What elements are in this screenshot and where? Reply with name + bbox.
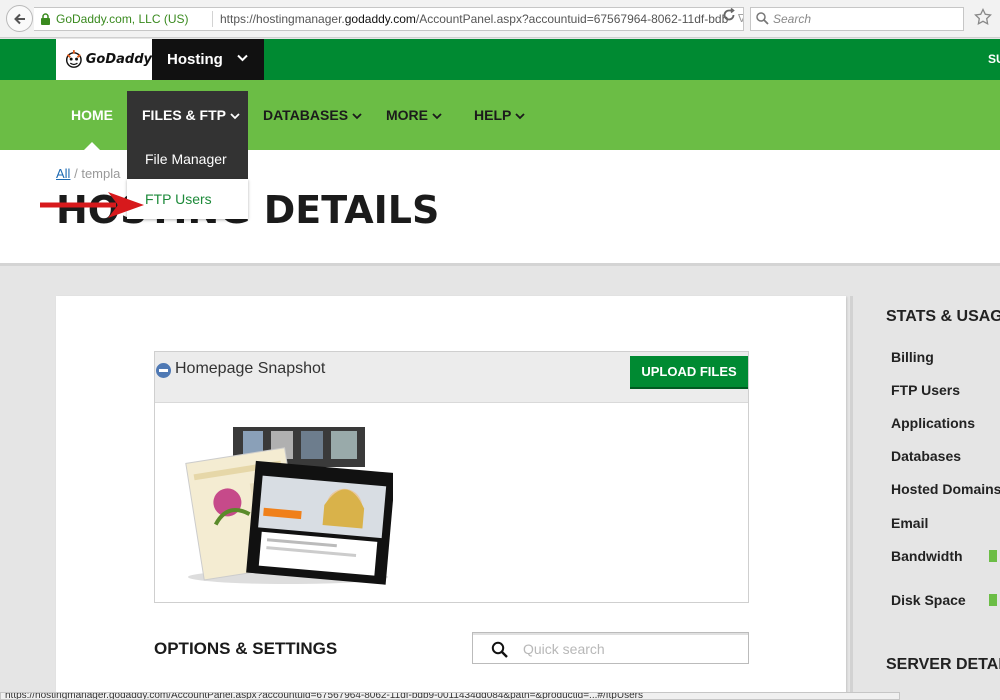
site-identity[interactable]: GoDaddy.com, LLC (US) xyxy=(56,8,189,30)
top-bar: GoDaddy Hosting SU xyxy=(0,39,1000,80)
search-icon xyxy=(491,641,508,658)
sidebar-item-email[interactable]: Email xyxy=(891,515,928,531)
collapse-minus-icon[interactable] xyxy=(156,363,171,378)
homepage-snapshot-panel: Homepage Snapshot UPLOAD FILES xyxy=(154,351,749,603)
url-prefix: https://hostingmanager. xyxy=(220,12,345,26)
chevron-down-icon xyxy=(352,113,362,120)
snapshot-header: Homepage Snapshot UPLOAD FILES xyxy=(155,352,748,403)
red-arrow-annotation xyxy=(40,192,144,218)
stats-sidebar: STATS & USAGE Billing FTP Users Applicat… xyxy=(850,296,1000,700)
url-domain: godaddy.com xyxy=(344,12,416,26)
nav-files-label: FILES & FTP xyxy=(142,107,226,123)
url-divider xyxy=(212,11,213,27)
lock-icon xyxy=(41,13,50,25)
url-text[interactable]: https://hostingmanager.godaddy.com/Accou… xyxy=(220,8,728,30)
url-path: /AccountPanel.aspx?accountuid=67567964-8… xyxy=(415,12,729,26)
menu-item-file-manager[interactable]: File Manager xyxy=(127,139,248,179)
browser-search-input[interactable]: Search xyxy=(750,7,964,31)
options-settings-title: OPTIONS & SETTINGS xyxy=(154,639,338,658)
nav-databases-label: DATABASES xyxy=(263,107,349,123)
nav-help[interactable]: HELP xyxy=(474,80,525,150)
chevron-down-icon xyxy=(515,113,525,120)
breadcrumb-current: templa xyxy=(81,166,121,181)
sidebar-item-hosted-domains[interactable]: Hosted Domains xyxy=(891,481,1000,497)
back-button[interactable] xyxy=(6,5,33,32)
chevron-down-icon xyxy=(237,54,248,62)
nav-more-label: MORE xyxy=(386,107,428,123)
disk-space-usage-bar xyxy=(989,594,997,606)
quick-search-box[interactable] xyxy=(472,632,749,664)
sidebar-item-databases[interactable]: Databases xyxy=(891,448,961,464)
website-template-thumbnail[interactable] xyxy=(183,425,393,585)
logo-text: GoDaddy xyxy=(85,52,152,67)
sidebar-item-disk-space[interactable]: Disk Space xyxy=(891,592,966,608)
product-label: Hosting xyxy=(167,51,223,68)
main-content-card: Homepage Snapshot UPLOAD FILES OPTIONS &… xyxy=(56,296,846,700)
upload-files-button[interactable]: UPLOAD FILES xyxy=(630,356,748,387)
sidebar-item-bandwidth[interactable]: Bandwidth xyxy=(891,548,963,564)
back-arrow-icon xyxy=(13,13,25,24)
server-details-title: SERVER DETAILS xyxy=(886,656,1000,673)
search-icon xyxy=(756,12,769,25)
url-dropdown-icon[interactable]: ∇ xyxy=(738,8,743,30)
browser-status-bar: https://hostingmanager.godaddy.com/Accou… xyxy=(0,692,900,700)
godaddy-guy-icon xyxy=(65,49,82,68)
bandwidth-usage-bar xyxy=(989,550,997,562)
nav-help-label: HELP xyxy=(474,107,512,123)
nav-home-label: HOME xyxy=(71,107,113,123)
breadcrumb-all-link[interactable]: All xyxy=(56,166,70,181)
browser-toolbar: GoDaddy.com, LLC (US) https://hostingman… xyxy=(0,0,1000,38)
sidebar-item-applications[interactable]: Applications xyxy=(891,415,975,431)
nav-home[interactable]: HOME xyxy=(71,80,113,150)
product-switcher[interactable]: Hosting xyxy=(152,39,264,80)
chevron-down-icon xyxy=(230,113,240,120)
browser-search-placeholder: Search xyxy=(773,12,812,26)
nav-more[interactable]: MORE xyxy=(386,80,442,150)
reload-icon[interactable] xyxy=(722,8,736,22)
breadcrumb-separator: / xyxy=(74,166,78,181)
godaddy-logo[interactable]: GoDaddy xyxy=(56,39,152,80)
nav-databases[interactable]: DATABASES xyxy=(263,80,362,150)
sidebar-item-ftp-users[interactable]: FTP Users xyxy=(891,382,960,398)
stats-usage-title: STATS & USAGE xyxy=(886,308,1000,325)
chevron-down-icon xyxy=(432,113,442,120)
sidebar-item-billing[interactable]: Billing xyxy=(891,349,934,365)
breadcrumb: All / templa xyxy=(56,166,120,181)
active-nav-indicator xyxy=(84,142,100,150)
address-bar[interactable]: GoDaddy.com, LLC (US) https://hostingman… xyxy=(34,7,744,31)
snapshot-title: Homepage Snapshot xyxy=(175,360,326,377)
quick-search-input[interactable] xyxy=(523,639,723,659)
bookmark-star-icon[interactable] xyxy=(974,8,992,26)
account-menu-label[interactable]: SU xyxy=(988,39,1000,80)
